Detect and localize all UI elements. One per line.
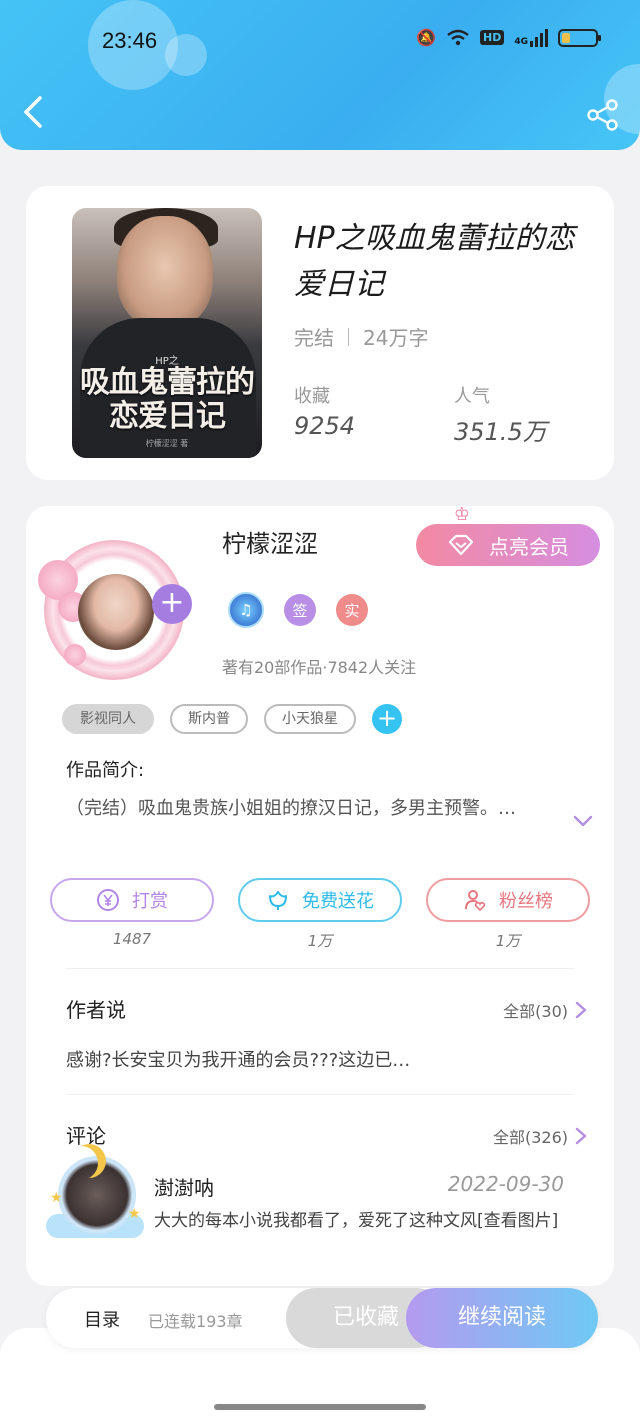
tip-label: 打赏: [132, 891, 168, 912]
vip-label: 点亮会员: [489, 534, 569, 559]
action-row: 打赏 1487 免费送花 1万 粉丝榜 1万: [50, 878, 590, 951]
comment-date: 2022-09-30: [447, 1172, 564, 1196]
book-meta: 完结 24万字: [294, 322, 428, 351]
popularity-label: 人气: [454, 386, 490, 407]
author-says-text[interactable]: 感谢?长安宝贝为我开通的会员???这边已…: [66, 1046, 566, 1072]
share-icon: [587, 99, 618, 131]
fans-action: 粉丝榜 1万: [426, 878, 590, 951]
flower-icon: [269, 891, 287, 910]
commenter-avatar[interactable]: ★ ★: [46, 1146, 144, 1244]
back-button[interactable]: [18, 92, 58, 136]
chevron-right-icon: [575, 1001, 587, 1019]
signed-badge[interactable]: 签: [284, 594, 316, 626]
diamond-icon: [448, 534, 474, 556]
home-indicator[interactable]: [214, 1404, 426, 1410]
send-flower-button[interactable]: 免费送花: [238, 878, 402, 922]
book-title: HP之吸血鬼蕾拉的恋爱日记: [294, 221, 575, 302]
tag-item[interactable]: 影视同人: [62, 704, 154, 734]
star-icon: ★: [50, 1190, 63, 1206]
meta-divider: [348, 327, 349, 346]
tag-item[interactable]: 小天狼星: [264, 704, 356, 734]
book-detail-card: + 柠檬涩涩 ♔ 点亮会员 ♫ 签 实 著有20部作品·7842人关注 影视同人…: [26, 504, 614, 1286]
music-badge-icon[interactable]: ♫: [228, 592, 264, 628]
avatar-image: [78, 574, 154, 650]
battery-level: [562, 32, 570, 43]
popularity-value: 351.5万: [454, 418, 547, 446]
book-status: 完结: [294, 326, 334, 350]
author-stats: 著有20部作品·7842人关注: [222, 658, 417, 677]
tag-list: 影视同人 斯内普 小天狼星 +: [62, 704, 402, 734]
tip-button[interactable]: 打赏: [50, 878, 214, 922]
author-name[interactable]: 柠檬涩涩: [222, 524, 318, 559]
follow-author-button[interactable]: +: [152, 584, 192, 624]
comments-more[interactable]: 全部(326): [493, 1124, 588, 1148]
share-button[interactable]: [586, 98, 620, 132]
fans-count: 1万: [495, 932, 521, 950]
serial-chapters[interactable]: 已连载193章: [148, 1308, 243, 1332]
signal-icon: 4G: [514, 28, 548, 47]
chevron-right-icon: [575, 1127, 587, 1145]
author-badges: ♫ 签 实: [228, 592, 368, 628]
bottom-action-bar: 目录 已连载193章 已收藏 继续阅读: [46, 1288, 598, 1348]
verified-badge[interactable]: 实: [336, 594, 368, 626]
status-bar: 23:46 🔕 HD 4G: [0, 0, 640, 84]
top-header: 23:46 🔕 HD 4G: [0, 0, 640, 150]
author-says-more-label: 全部(30): [503, 1002, 568, 1021]
flower-action: 免费送花 1万: [238, 878, 402, 951]
cover-author: 柠檬涩涩 著: [145, 439, 189, 448]
wifi-icon: [447, 29, 469, 45]
network-type: 4G: [514, 36, 528, 47]
status-icons: 🔕 HD 4G: [416, 28, 601, 47]
commenter-name[interactable]: 澍澍呐: [154, 1172, 214, 1201]
mute-icon: 🔕: [416, 28, 436, 47]
star-icon: ★: [128, 1206, 141, 1222]
send-flower-label: 免费送花: [302, 891, 374, 912]
flower-count: 1万: [307, 932, 333, 950]
add-tag-button[interactable]: +: [372, 704, 402, 734]
moon-icon: [64, 1146, 98, 1180]
favorites-label: 收藏: [294, 386, 330, 407]
tip-action: 打赏 1487: [50, 878, 214, 951]
divider: [66, 1094, 574, 1095]
book-word-count: 24万字: [363, 326, 429, 350]
author-avatar[interactable]: +: [38, 540, 192, 680]
intro-text[interactable]: （完结）吸血鬼贵族小姐姐的撩汉日记，多男主预警。…: [66, 794, 536, 824]
vip-button[interactable]: 点亮会员: [416, 524, 600, 566]
fan-ranking-label: 粉丝榜: [499, 891, 553, 912]
cover-title: 吸血鬼蕾拉的恋爱日记: [80, 365, 255, 434]
flower-decor: [64, 644, 86, 666]
intro-title: 作品简介:: [66, 760, 145, 781]
yen-icon: [97, 889, 119, 911]
book-cover[interactable]: HP之 吸血鬼蕾拉的恋爱日记 柠檬涩涩 著: [72, 208, 262, 458]
continue-reading-button[interactable]: 继续阅读: [406, 1288, 598, 1348]
crown-icon: ♔: [453, 504, 470, 525]
comments-more-label: 全部(326): [492, 1128, 568, 1147]
author-says-more[interactable]: 全部(30): [503, 998, 588, 1022]
divider: [66, 968, 574, 969]
tag-item[interactable]: 斯内普: [170, 704, 248, 734]
fan-ranking-button[interactable]: 粉丝榜: [426, 878, 590, 922]
comment-text[interactable]: 大大的每本小说我都看了，爱死了这种文风[查看图片]: [154, 1208, 574, 1234]
back-arrow-icon: [24, 96, 42, 128]
hd-icon: HD: [480, 30, 505, 45]
battery-icon: [558, 28, 601, 47]
author-says-title: 作者说: [66, 998, 126, 1022]
favorites-value: 9254: [294, 412, 356, 440]
expand-chevron-icon[interactable]: [572, 810, 594, 832]
toc-button[interactable]: 目录: [84, 1306, 120, 1332]
status-time: 23:46: [102, 28, 158, 53]
comments-title: 评论: [66, 1124, 106, 1148]
user-heart-icon: [465, 890, 486, 912]
cover-face: [117, 216, 213, 328]
tip-count: 1487: [112, 930, 152, 948]
book-info-card: HP之 吸血鬼蕾拉的恋爱日记 柠檬涩涩 著 HP之吸血鬼蕾拉的恋爱日记 完结 2…: [26, 186, 614, 480]
